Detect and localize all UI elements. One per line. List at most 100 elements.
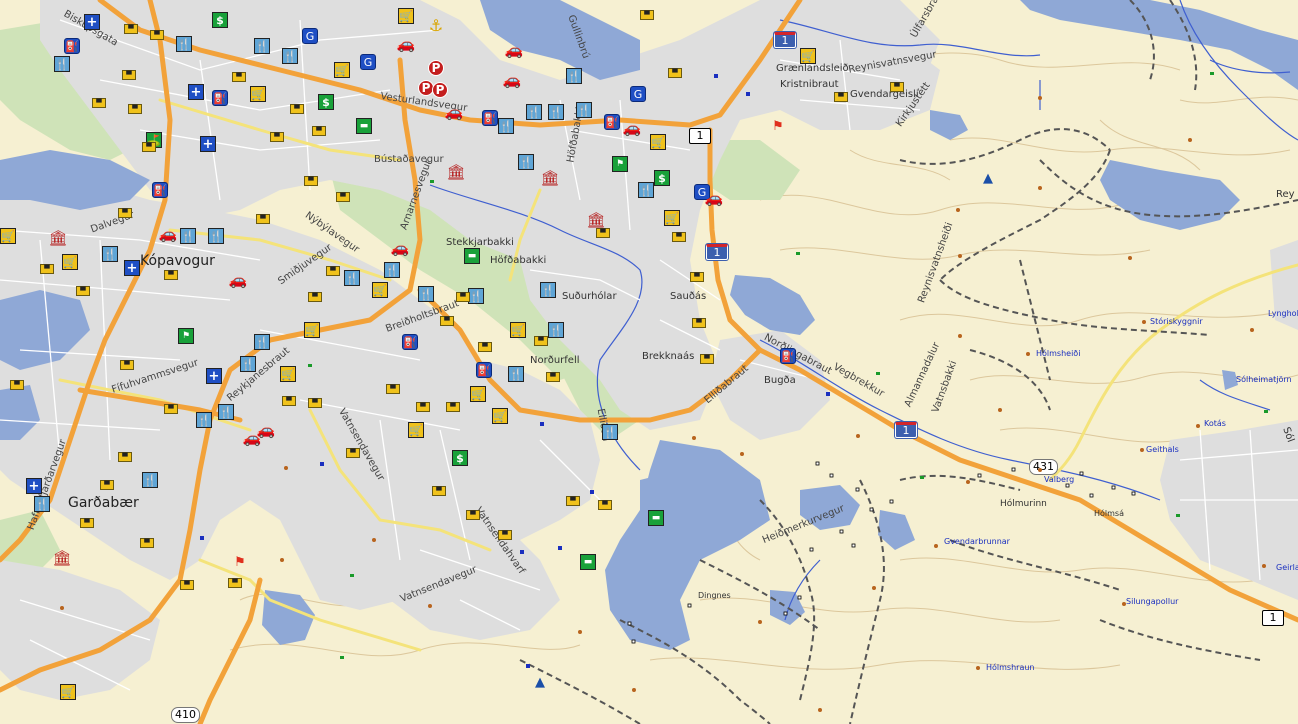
- bus-stop-icon[interactable]: ▀: [308, 398, 322, 408]
- shopping-icon[interactable]: 🛒: [304, 322, 320, 338]
- hospital-icon[interactable]: +: [124, 260, 140, 276]
- museum-icon[interactable]: 🏛: [52, 550, 71, 566]
- bus-stop-icon[interactable]: ▀: [76, 286, 90, 296]
- bus-stop-icon[interactable]: ▀: [546, 372, 560, 382]
- restaurant-icon[interactable]: 🍴: [176, 36, 192, 52]
- car-repair-icon[interactable]: 🚗: [159, 226, 178, 242]
- restaurant-icon[interactable]: 🍴: [548, 322, 564, 338]
- shopping-icon[interactable]: 🛒: [62, 254, 78, 270]
- bus-stop-icon[interactable]: ▀: [164, 404, 178, 414]
- bus-stop-icon[interactable]: ▀: [150, 30, 164, 40]
- shopping-icon[interactable]: 🛒: [250, 86, 266, 102]
- bus-stop-icon[interactable]: ▀: [142, 142, 156, 152]
- restaurant-icon[interactable]: 🍴: [282, 48, 298, 64]
- bus-stop-icon[interactable]: ▀: [256, 214, 270, 224]
- fuel-station-icon[interactable]: ⛽: [482, 110, 498, 126]
- bus-stop-icon[interactable]: ▀: [416, 402, 430, 412]
- fuel-station-icon[interactable]: ⛽: [64, 38, 80, 54]
- restaurant-icon[interactable]: 🍴: [254, 334, 270, 350]
- bus-stop-icon[interactable]: ▀: [690, 272, 704, 282]
- mountain-icon[interactable]: ▲: [980, 170, 996, 186]
- shopping-icon[interactable]: 🛒: [664, 210, 680, 226]
- restaurant-icon[interactable]: 🍴: [142, 472, 158, 488]
- shopping-icon[interactable]: 🛒: [60, 684, 76, 700]
- restaurant-icon[interactable]: 🍴: [384, 262, 400, 278]
- recreation-icon[interactable]: ⚑: [612, 156, 628, 172]
- car-repair-icon[interactable]: 🚗: [397, 36, 416, 52]
- parking-icon[interactable]: P: [432, 82, 448, 98]
- restaurant-icon[interactable]: 🍴: [508, 366, 524, 382]
- restaurant-icon[interactable]: 🍴: [526, 104, 542, 120]
- shopping-icon[interactable]: 🛒: [510, 322, 526, 338]
- map-canvas[interactable]: [0, 0, 1298, 724]
- bus-stop-icon[interactable]: ▀: [834, 92, 848, 102]
- car-repair-icon[interactable]: 🚗: [623, 120, 642, 136]
- museum-icon[interactable]: 🏛: [586, 212, 605, 228]
- bus-stop-icon[interactable]: ▀: [118, 452, 132, 462]
- bank-icon[interactable]: $: [654, 170, 670, 186]
- bus-stop-icon[interactable]: ▀: [128, 104, 142, 114]
- bus-stop-icon[interactable]: ▀: [700, 354, 714, 364]
- bus-stop-icon[interactable]: ▀: [566, 496, 580, 506]
- bus-stop-icon[interactable]: ▀: [456, 292, 470, 302]
- restaurant-icon[interactable]: 🍴: [540, 282, 556, 298]
- restaurant-icon[interactable]: 🍴: [54, 56, 70, 72]
- bank-icon[interactable]: $: [452, 450, 468, 466]
- summit-flag-icon[interactable]: ⚑: [232, 554, 248, 570]
- museum-icon[interactable]: 🏛: [48, 230, 67, 246]
- car-repair-icon[interactable]: 🚗: [503, 72, 522, 88]
- shopping-icon[interactable]: 🛒: [650, 134, 666, 150]
- restaurant-icon[interactable]: 🍴: [218, 404, 234, 420]
- summit-flag-icon[interactable]: ⚑: [770, 118, 786, 134]
- bus-stop-icon[interactable]: ▀: [640, 10, 654, 20]
- restaurant-icon[interactable]: 🍴: [602, 424, 618, 440]
- museum-icon[interactable]: 🏛: [446, 164, 465, 180]
- shopping-icon[interactable]: 🛒: [334, 62, 350, 78]
- fuel-station-icon[interactable]: ⛽: [604, 114, 620, 130]
- shopping-icon[interactable]: 🛒: [372, 282, 388, 298]
- bus-stop-icon[interactable]: ▀: [304, 176, 318, 186]
- fuel-station-icon[interactable]: ⛽: [476, 362, 492, 378]
- fuel-station-icon[interactable]: G: [360, 54, 376, 70]
- lodging-icon[interactable]: ▬: [580, 554, 596, 570]
- hospital-icon[interactable]: +: [200, 136, 216, 152]
- restaurant-icon[interactable]: 🍴: [576, 102, 592, 118]
- fuel-station-icon[interactable]: G: [302, 28, 318, 44]
- bus-stop-icon[interactable]: ▀: [140, 538, 154, 548]
- restaurant-icon[interactable]: 🍴: [638, 182, 654, 198]
- bus-stop-icon[interactable]: ▀: [890, 82, 904, 92]
- car-repair-icon[interactable]: 🚗: [257, 422, 276, 438]
- shopping-icon[interactable]: 🛒: [398, 8, 414, 24]
- bus-stop-icon[interactable]: ▀: [336, 192, 350, 202]
- bus-stop-icon[interactable]: ▀: [10, 380, 24, 390]
- car-repair-icon[interactable]: 🚗: [445, 104, 464, 120]
- car-repair-icon[interactable]: 🚗: [705, 190, 724, 206]
- bus-stop-icon[interactable]: ▀: [80, 518, 94, 528]
- bus-stop-icon[interactable]: ▀: [386, 384, 400, 394]
- fuel-station-icon[interactable]: ⛽: [152, 182, 168, 198]
- hospital-icon[interactable]: +: [26, 478, 42, 494]
- shopping-icon[interactable]: 🛒: [280, 366, 296, 382]
- bus-stop-icon[interactable]: ▀: [672, 232, 686, 242]
- bus-stop-icon[interactable]: ▀: [596, 228, 610, 238]
- fuel-station-icon[interactable]: ⛽: [402, 334, 418, 350]
- bus-stop-icon[interactable]: ▀: [232, 72, 246, 82]
- hospital-icon[interactable]: +: [206, 368, 222, 384]
- bank-icon[interactable]: $: [318, 94, 334, 110]
- bus-stop-icon[interactable]: ▀: [40, 264, 54, 274]
- lodging-icon[interactable]: ▬: [648, 510, 664, 526]
- restaurant-icon[interactable]: 🍴: [180, 228, 196, 244]
- fuel-station-icon[interactable]: G: [630, 86, 646, 102]
- bus-stop-icon[interactable]: ▀: [498, 530, 512, 540]
- mountain-icon[interactable]: ▲: [532, 674, 548, 690]
- bank-icon[interactable]: $: [212, 12, 228, 28]
- hospital-icon[interactable]: +: [188, 84, 204, 100]
- car-repair-icon[interactable]: 🚗: [391, 240, 410, 256]
- bus-stop-icon[interactable]: ▀: [92, 98, 106, 108]
- fuel-station-icon[interactable]: ⛽: [780, 348, 796, 364]
- restaurant-icon[interactable]: 🍴: [548, 104, 564, 120]
- bus-stop-icon[interactable]: ▀: [440, 316, 454, 326]
- bus-stop-icon[interactable]: ▀: [122, 70, 136, 80]
- bus-stop-icon[interactable]: ▀: [326, 266, 340, 276]
- shopping-icon[interactable]: 🛒: [492, 408, 508, 424]
